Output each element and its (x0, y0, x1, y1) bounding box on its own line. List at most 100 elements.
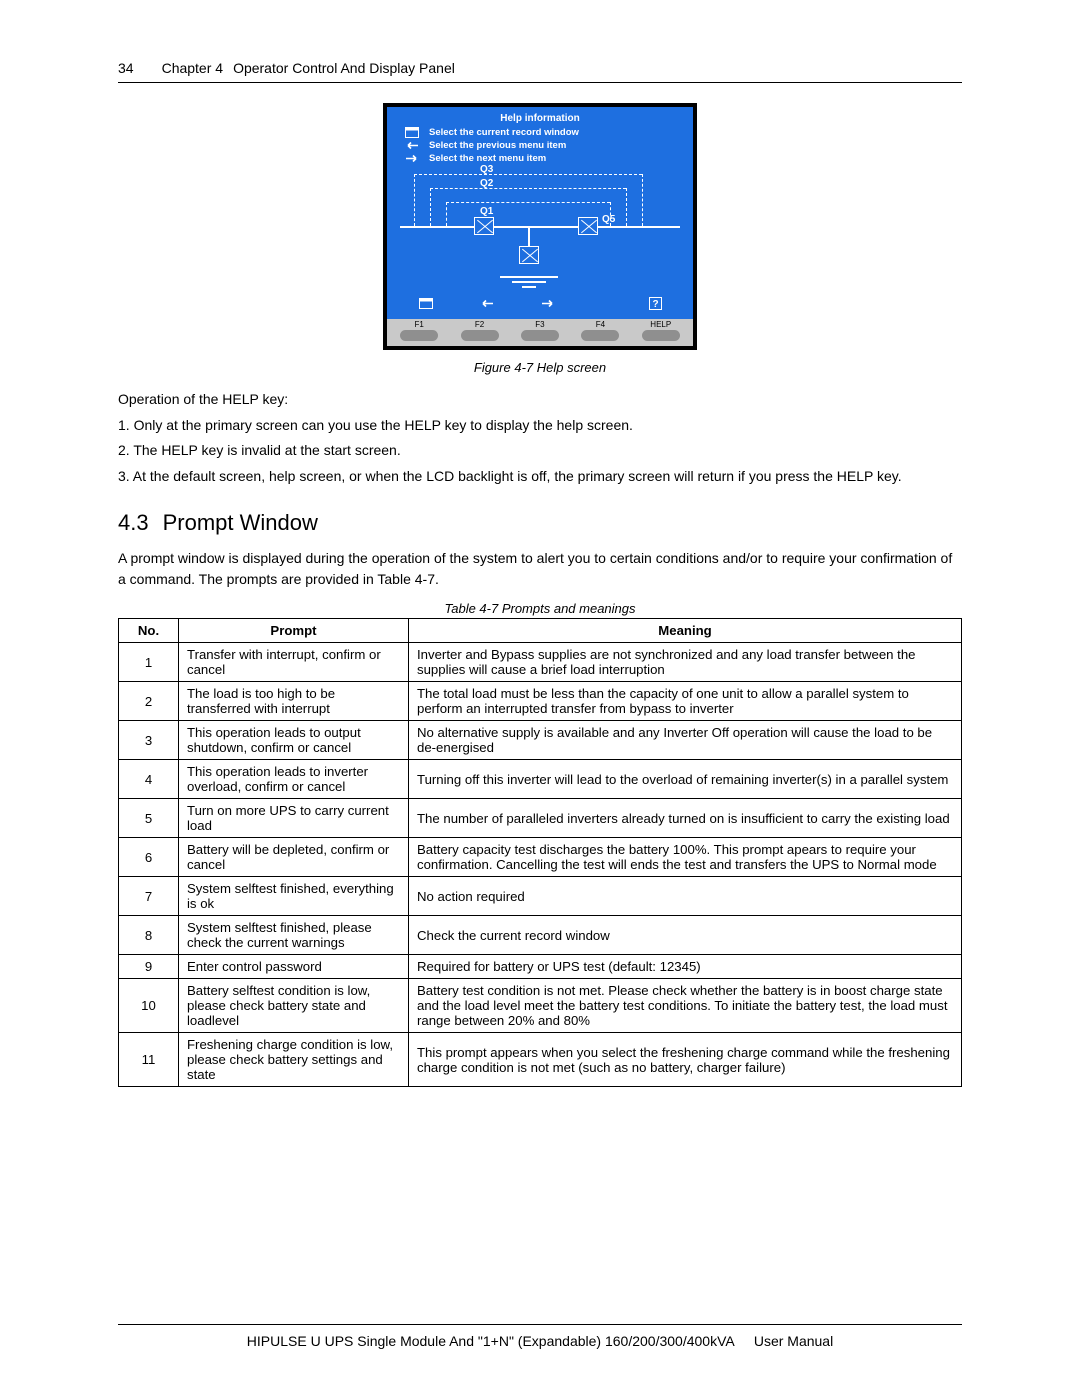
table-row: 6Battery will be depleted, confirm or ca… (119, 838, 962, 877)
lcd-device: Help information Select the current reco… (383, 103, 697, 350)
cell-prompt: Battery selftest condition is low, pleas… (179, 979, 409, 1033)
table-row: 5Turn on more UPS to carry current loadT… (119, 799, 962, 838)
arrow-left-icon (480, 297, 494, 313)
breaker-q5 (578, 217, 598, 235)
table-row: 10Battery selftest condition is low, ple… (119, 979, 962, 1033)
footer-doc: User Manual (754, 1333, 833, 1349)
window-icon (403, 127, 421, 138)
prompts-table: No. Prompt Meaning 1Transfer with interr… (118, 618, 962, 1087)
chapter-label: Chapter 4 (162, 60, 223, 76)
cell-meaning: Battery capacity test discharges the bat… (409, 838, 962, 877)
help-row-1: Select the current record window (403, 127, 687, 138)
col-meaning: Meaning (409, 619, 962, 643)
cell-prompt: System selftest finished, please check t… (179, 916, 409, 955)
cell-no: 4 (119, 760, 179, 799)
section-name: Prompt Window (163, 510, 318, 535)
fkey-f1: F1 (400, 320, 438, 341)
lcd-screen: Help information Select the current reco… (387, 107, 693, 319)
breaker-q1 (474, 217, 494, 235)
col-prompt: Prompt (179, 619, 409, 643)
svg-text:?: ? (652, 299, 658, 310)
p-operation-2: 2. The HELP key is invalid at the start … (118, 440, 962, 462)
cell-meaning: Inverter and Bypass supplies are not syn… (409, 643, 962, 682)
cell-prompt: Battery will be depleted, confirm or can… (179, 838, 409, 877)
cell-no: 7 (119, 877, 179, 916)
help-icon: ? (649, 297, 662, 313)
table-row: 2The load is too high to be transferred … (119, 682, 962, 721)
section-number: 4.3 (118, 510, 149, 535)
fkey-help: HELP (642, 320, 680, 341)
cell-no: 8 (119, 916, 179, 955)
table-row: 8System selftest finished, please check … (119, 916, 962, 955)
help-row-1-text: Select the current record window (429, 127, 579, 138)
cell-no: 3 (119, 721, 179, 760)
table-caption: Table 4-7 Prompts and meanings (118, 601, 962, 616)
cell-prompt: This operation leads to inverter overloa… (179, 760, 409, 799)
arrow-right-icon (403, 153, 421, 164)
arrow-left-icon (403, 140, 421, 151)
cell-meaning: This prompt appears when you select the … (409, 1033, 962, 1087)
cell-meaning: The number of paralleled inverters alrea… (409, 799, 962, 838)
cell-prompt: System selftest finished, everything is … (179, 877, 409, 916)
q1-label: Q1 (480, 206, 493, 217)
fkey-f4: F4 (581, 320, 619, 341)
cell-prompt: This operation leads to output shutdown,… (179, 721, 409, 760)
cell-prompt: Transfer with interrupt, confirm or canc… (179, 643, 409, 682)
help-row-3: Select the next menu item (403, 153, 687, 164)
cell-no: 10 (119, 979, 179, 1033)
cell-meaning: Required for battery or UPS test (defaul… (409, 955, 962, 979)
page-number: 34 (118, 60, 134, 76)
section-4-3-title: 4.3 Prompt Window (118, 510, 962, 536)
cell-no: 1 (119, 643, 179, 682)
cell-prompt: Enter control password (179, 955, 409, 979)
q3-label: Q3 (480, 164, 493, 175)
table-row: 4This operation leads to inverter overlo… (119, 760, 962, 799)
cell-no: 9 (119, 955, 179, 979)
page-footer: HIPULSE U UPS Single Module And "1+N" (E… (0, 1324, 1080, 1349)
footer-product: HIPULSE U UPS Single Module And "1+N" (E… (247, 1333, 734, 1349)
cell-meaning: The total load must be less than the cap… (409, 682, 962, 721)
breaker-center (519, 246, 539, 264)
footer-rule (118, 1324, 962, 1325)
table-row: 1Transfer with interrupt, confirm or can… (119, 643, 962, 682)
figure-caption: Figure 4-7 Help screen (474, 360, 606, 375)
table-row: 3This operation leads to output shutdown… (119, 721, 962, 760)
cell-meaning: No action required (409, 877, 962, 916)
cell-meaning: Battery test condition is not met. Pleas… (409, 979, 962, 1033)
header-rule (118, 82, 962, 83)
col-no: No. (119, 619, 179, 643)
q5-label: Q5 (602, 214, 615, 225)
page-header: 34 Chapter 4 Operator Control And Displa… (118, 60, 962, 76)
arrow-right-icon (541, 297, 555, 313)
p-operation-3: 3. At the default screen, help screen, o… (118, 466, 962, 488)
section-intro: A prompt window is displayed during the … (118, 548, 962, 591)
p-operation-1: 1. Only at the primary screen can you us… (118, 415, 962, 437)
p-operation-heading: Operation of the HELP key: (118, 389, 962, 411)
table-header-row: No. Prompt Meaning (119, 619, 962, 643)
function-key-row: F1 F2 F3 F4 HELP (387, 319, 693, 346)
table-row: 9Enter control passwordRequired for batt… (119, 955, 962, 979)
cell-no: 2 (119, 682, 179, 721)
cell-no: 11 (119, 1033, 179, 1087)
figure-help-screen: Help information Select the current reco… (118, 103, 962, 375)
table-row: 7System selftest finished, everything is… (119, 877, 962, 916)
fkey-f3: F3 (521, 320, 559, 341)
help-title: Help information (393, 113, 687, 124)
cell-no: 6 (119, 838, 179, 877)
q2-label: Q2 (480, 178, 493, 189)
cell-prompt: The load is too high to be transferred w… (179, 682, 409, 721)
lcd-bottom-icons: ? (387, 297, 693, 313)
cell-prompt: Freshening charge condition is low, plea… (179, 1033, 409, 1087)
cell-no: 5 (119, 799, 179, 838)
help-row-3-text: Select the next menu item (429, 153, 546, 164)
table-row: 11Freshening charge condition is low, pl… (119, 1033, 962, 1087)
cell-meaning: Turning off this inverter will lead to t… (409, 760, 962, 799)
window-icon (419, 297, 433, 313)
ups-schematic: Q3 Q2 Q1 Q5 (400, 168, 680, 288)
help-row-2-text: Select the previous menu item (429, 140, 566, 151)
cell-meaning: No alternative supply is available and a… (409, 721, 962, 760)
help-row-2: Select the previous menu item (403, 140, 687, 151)
chapter-title: Operator Control And Display Panel (233, 60, 455, 76)
fkey-f2: F2 (461, 320, 499, 341)
cell-prompt: Turn on more UPS to carry current load (179, 799, 409, 838)
